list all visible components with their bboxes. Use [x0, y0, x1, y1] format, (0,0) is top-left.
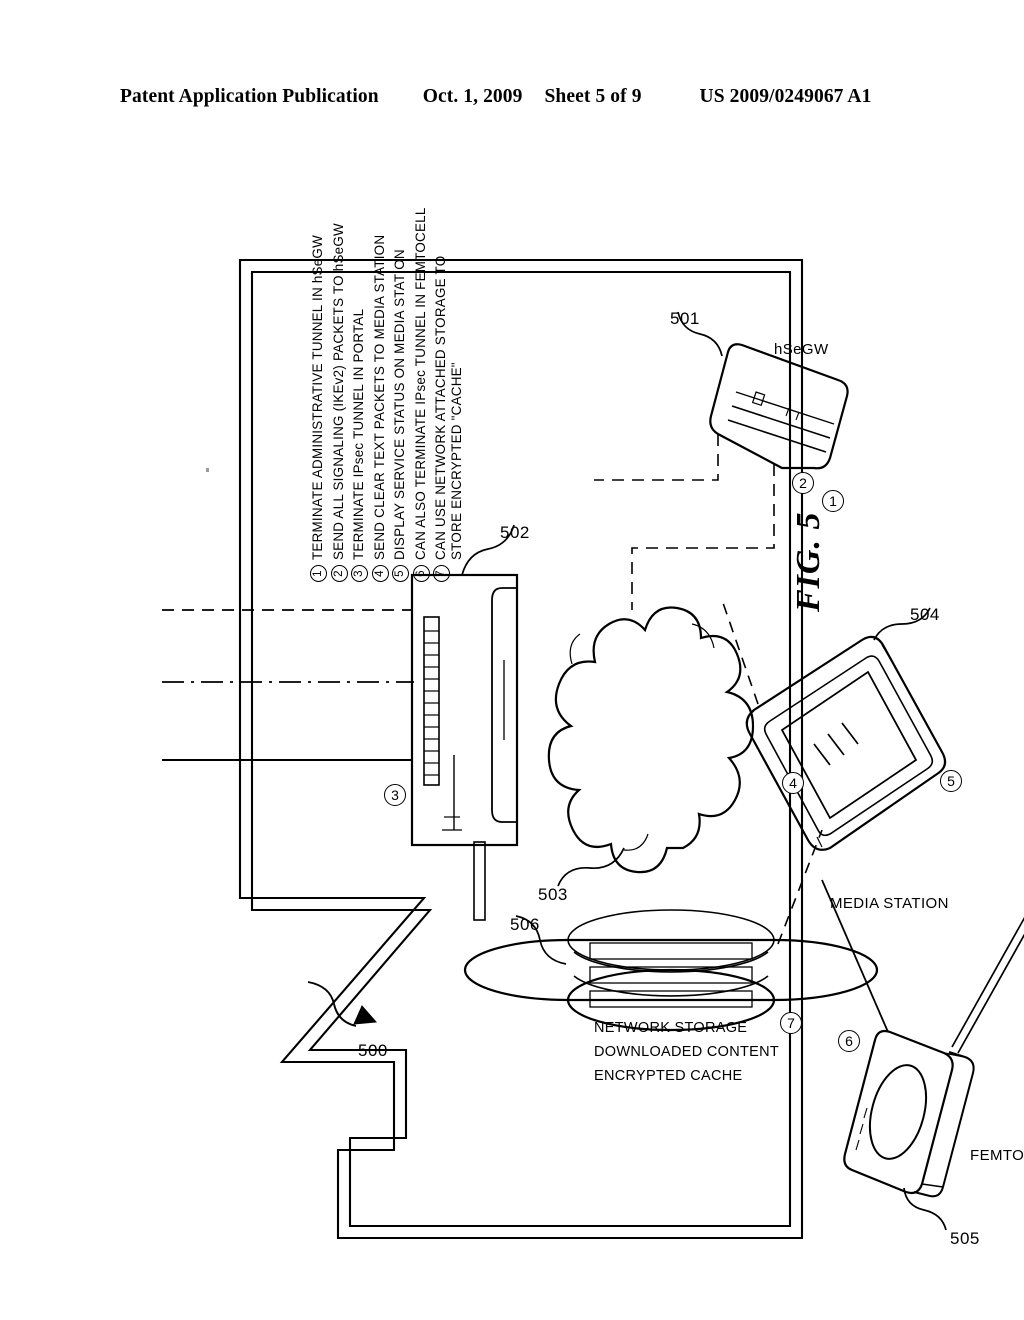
legend-text-5: DISPLAY SERVICE STATUS ON MEDIA STATION [392, 249, 408, 560]
legend-line-1: SEND ALL SIGNALING (IKEv2) PACKETS TO hS… [330, 223, 346, 560]
legend-line-2: STORE ENCRYPTED "CACHE" [449, 362, 465, 560]
storage-band-downloaded-content: DOWNLOADED CONTENT [594, 1044, 780, 1060]
legend-marker-3: 3 [351, 565, 368, 582]
step-marker-4: 4 [782, 772, 804, 794]
legend-block: 1 TERMINATE ADMINISTRATIVE TUNNEL IN hSeG… [310, 162, 510, 582]
reference-500: 500 [358, 1041, 388, 1060]
publication-title: Patent Application Publication [120, 86, 379, 107]
legend-marker-7: 7 [433, 565, 450, 582]
step-marker-5: 5 [940, 770, 962, 792]
figure-canvas: ENCRYPTED CACHE DOWNLOADED CONTENT NETWO… [162, 180, 1024, 1300]
legend-item-7: 7 CAN USE NETWORK ATTACHED STORAGE TO STOR… [433, 162, 466, 582]
legend-line-1: TERMINATE IPsec TUNNEL IN PORTAL [351, 308, 366, 560]
step-marker-3: 3 [384, 784, 406, 806]
legend-item-4: 4 SEND CLEAR TEXT PACKETS TO MEDIA STATIO… [371, 162, 389, 582]
portal-device [410, 524, 519, 921]
legend-text-3: TERMINATE IPsec TUNNEL IN PORTAL [351, 309, 367, 560]
media-station-label: MEDIA STATION [830, 895, 949, 912]
legend-item-3: 3 TERMINATE IPsec TUNNEL IN PORTAL [351, 162, 368, 582]
figure-linework [162, 258, 1024, 1240]
legend-list: 1 TERMINATE ADMINISTRATIVE TUNNEL IN hSeG… [310, 162, 469, 582]
legend-marker-2: 2 [330, 565, 348, 582]
network-cloud [547, 606, 755, 887]
legend-text-4: SEND CLEAR TEXT PACKETS TO MEDIA STATION [372, 235, 388, 560]
step-marker-7: 7 [780, 1012, 802, 1034]
patent-number: US 2009/0249067 A1 [699, 86, 872, 107]
hsegw-label: hSeGW [774, 341, 829, 358]
storage-band-network-storage: NETWORK STORAGE [594, 1020, 748, 1036]
step-marker-2: 2 [792, 472, 814, 494]
femtocell-device [821, 879, 1024, 1231]
legend-item-5: 5 DISPLAY SERVICE STATUS ON MEDIA STATION [392, 162, 409, 582]
sheet-number: Sheet 5 of 9 [544, 86, 642, 107]
reference-503: 503 [538, 885, 568, 904]
reference-504: 504 [910, 605, 940, 624]
legend-item-1: 1 TERMINATE ADMINISTRATIVE TUNNEL IN hSeG… [310, 162, 327, 582]
legend-line-1: CAN USE NETWORK ATTACHED STORAGE TO [433, 255, 448, 560]
legend-marker-5: 5 [392, 565, 409, 582]
legend-marker-6: 6 [412, 565, 430, 582]
legend-line-1: DISPLAY SERVICE STATUS ON MEDIA STATION [392, 249, 407, 560]
figure-caption: FIG. 5 [790, 511, 827, 612]
legend-marker-4: 4 [371, 565, 389, 582]
page-header: Patent Application Publication Oct. 1, 2… [120, 86, 910, 114]
legend-line-1: CAN ALSO TERMINATE IPsec TUNNEL IN FEMTO… [412, 207, 428, 560]
reference-501: 501 [670, 309, 700, 328]
legend-text-6: CAN ALSO TERMINATE IPsec TUNNEL IN FEMTO… [413, 207, 429, 560]
legend-item-6: 6 CAN ALSO TERMINATE IPsec TUNNEL IN FEMT… [412, 162, 430, 582]
legend-line-1: TERMINATE ADMINISTRATIVE TUNNEL IN hSeGW [310, 235, 325, 560]
legend-text-1: TERMINATE ADMINISTRATIVE TUNNEL IN hSeGW [310, 235, 326, 560]
media-station-device [721, 599, 947, 851]
legend-line-1: SEND CLEAR TEXT PACKETS TO MEDIA STATION [371, 234, 387, 560]
legend-marker-1: 1 [310, 565, 327, 582]
legend-text-7: CAN USE NETWORK ATTACHED STORAGE TO STORE… [433, 256, 466, 560]
legend-text-2: SEND ALL SIGNALING (IKEv2) PACKETS TO hS… [331, 223, 347, 560]
legend-item-2: 2 SEND ALL SIGNALING (IKEv2) PACKETS TO h… [330, 162, 348, 582]
femtocell-label: FEMTOCELL [970, 1147, 1024, 1164]
reference-505: 505 [950, 1229, 980, 1248]
step-marker-1: 1 [822, 490, 844, 512]
storage-band-encrypted-cache: ENCRYPTED CACHE [594, 1068, 743, 1084]
figure-5-drawing: ENCRYPTED CACHE DOWNLOADED CONTENT NETWO… [162, 180, 1024, 1300]
publication-date: Oct. 1, 2009 [422, 86, 523, 107]
step-marker-6: 6 [838, 1030, 860, 1052]
reference-506: 506 [510, 915, 540, 934]
